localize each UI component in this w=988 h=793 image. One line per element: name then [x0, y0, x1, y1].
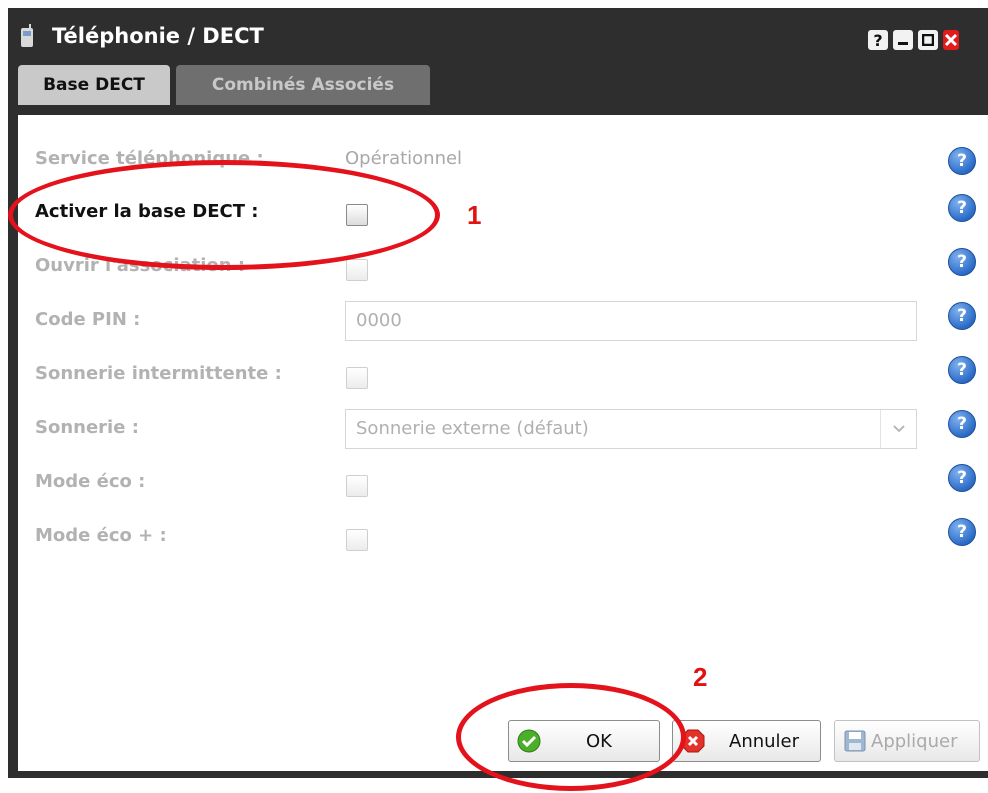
chevron-down-icon[interactable]: [880, 410, 916, 448]
ringtone-select[interactable]: Sonnerie externe (défaut): [345, 409, 917, 449]
window-title: Téléphonie / DECT: [52, 24, 264, 48]
pin-input[interactable]: 0000: [345, 301, 917, 341]
phone-icon: [21, 24, 33, 47]
help-icon[interactable]: ?: [948, 302, 976, 330]
tab-base-dect[interactable]: Base DECT: [18, 65, 170, 105]
annotation-step-1: 1: [467, 200, 482, 230]
apply-button[interactable]: Appliquer: [834, 720, 980, 762]
close-icon: [944, 33, 958, 47]
close-button[interactable]: [943, 30, 959, 50]
help-icon[interactable]: ?: [948, 147, 976, 175]
save-icon: [844, 730, 866, 752]
help-icon[interactable]: ?: [948, 518, 976, 546]
eco-plus-mode-label: Mode éco + :: [35, 525, 167, 546]
ringtone-selected-value: Sonnerie externe (défaut): [356, 418, 589, 439]
maximize-icon: [922, 34, 934, 46]
help-icon[interactable]: ?: [948, 194, 976, 222]
annotation-ellipse-2: [456, 683, 686, 791]
dect-dialog: Téléphonie / DECT ? Base DECT Combinés A…: [8, 8, 988, 778]
help-window-button[interactable]: ?: [868, 30, 888, 50]
help-icon[interactable]: ?: [948, 410, 976, 438]
help-icon[interactable]: ?: [948, 248, 976, 276]
help-icon: ?: [873, 30, 883, 50]
pin-row: Code PIN : 0000 ?: [18, 301, 988, 341]
open-association-checkbox[interactable]: [346, 259, 368, 281]
help-icon[interactable]: ?: [948, 356, 976, 384]
help-icon[interactable]: ?: [948, 464, 976, 492]
pin-label: Code PIN :: [35, 309, 141, 330]
background-window-strip: [0, 0, 988, 8]
maximize-button[interactable]: [918, 30, 938, 50]
apply-label: Appliquer: [871, 731, 958, 752]
tab-combines-associes[interactable]: Combinés Associés: [176, 65, 430, 105]
annotation-ellipse-1: [8, 160, 440, 270]
minimize-icon: [898, 42, 908, 45]
cancel-label: Annuler: [729, 731, 800, 752]
intermittent-ring-checkbox[interactable]: [346, 367, 368, 389]
eco-plus-mode-row: Mode éco + : ?: [18, 517, 988, 557]
intermittent-ring-label: Sonnerie intermittente :: [35, 363, 282, 384]
ringtone-row: Sonnerie : Sonnerie externe (défaut) ?: [18, 409, 988, 449]
eco-plus-mode-checkbox[interactable]: [346, 529, 368, 551]
service-value: Opérationnel: [345, 148, 463, 169]
title-bar[interactable]: Téléphonie / DECT ?: [8, 8, 988, 56]
minimize-button[interactable]: [893, 30, 913, 50]
intermittent-ring-row: Sonnerie intermittente : ?: [18, 355, 988, 395]
eco-mode-checkbox[interactable]: [346, 475, 368, 497]
annotation-step-2: 2: [693, 662, 708, 692]
eco-mode-row: Mode éco : ?: [18, 463, 988, 503]
cancel-button[interactable]: Annuler: [672, 720, 821, 762]
ringtone-label: Sonnerie :: [35, 417, 139, 438]
eco-mode-label: Mode éco :: [35, 471, 146, 492]
